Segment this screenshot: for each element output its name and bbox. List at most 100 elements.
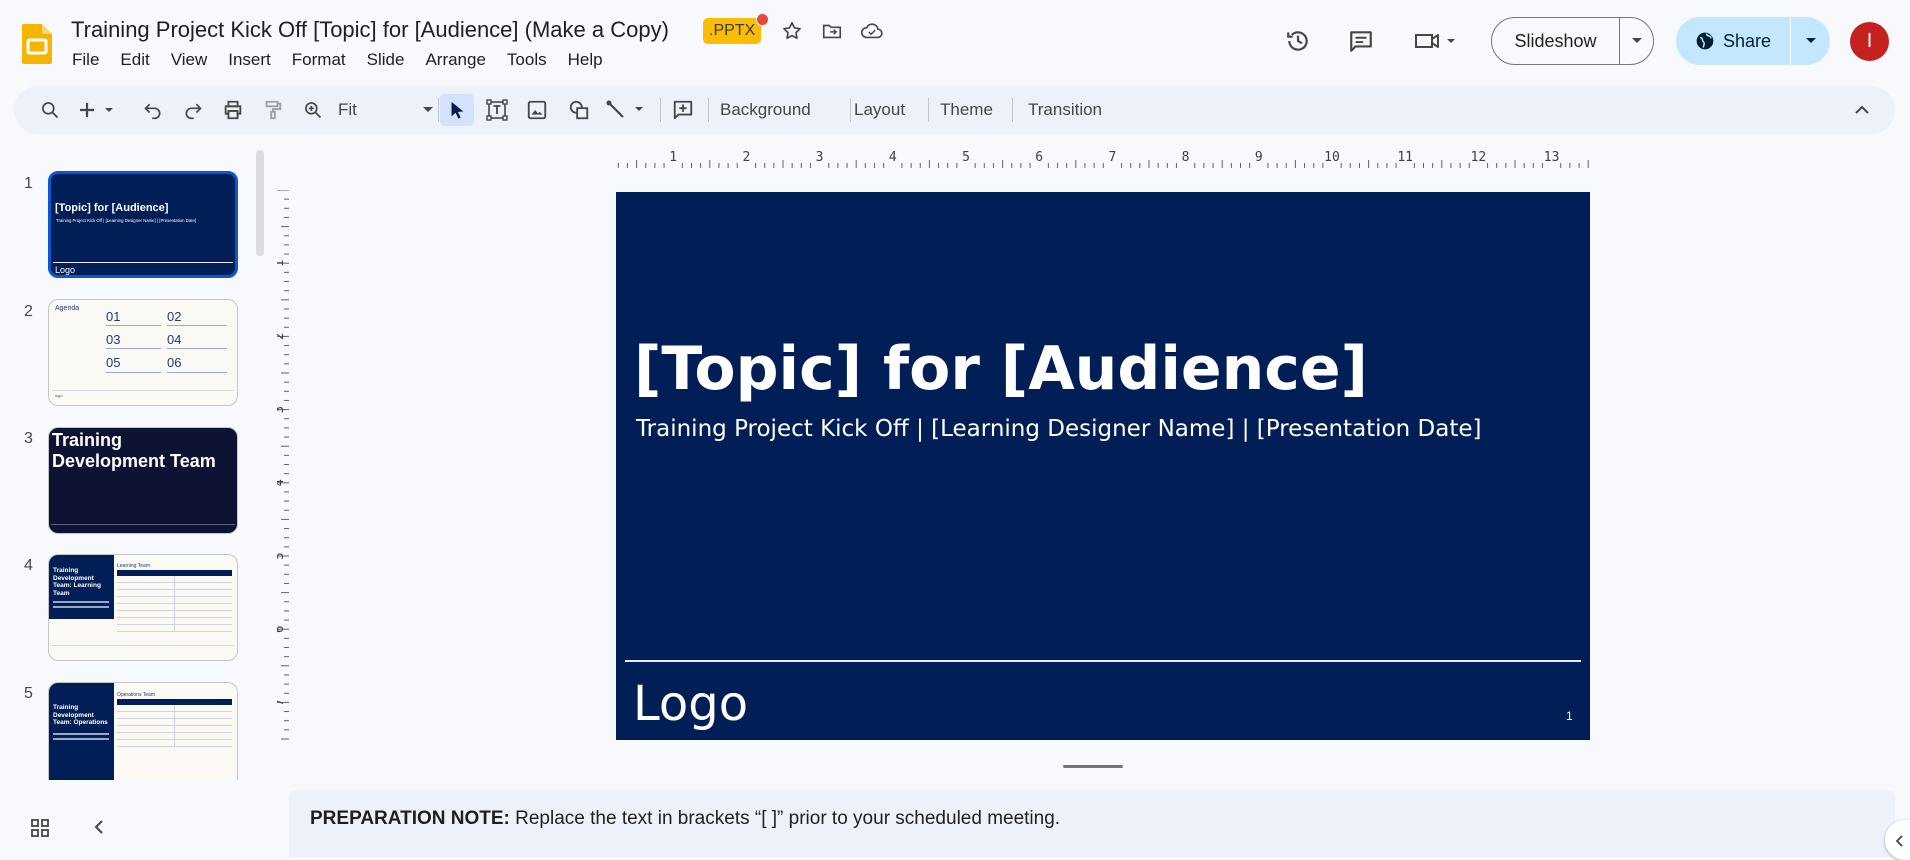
background-label: Background xyxy=(720,100,811,119)
slide-page-number[interactable]: 1 xyxy=(1566,709,1573,723)
transition-button[interactable]: Transition xyxy=(1028,94,1102,126)
text-box-icon[interactable] xyxy=(482,94,512,126)
thumbnail-rule xyxy=(53,262,233,263)
ruler-label: 4 xyxy=(277,479,286,486)
slide-thumbnail[interactable]: [Topic] for [Audience] Training Project … xyxy=(48,171,238,278)
chevron-down-icon xyxy=(423,107,433,112)
slide-title[interactable]: [Topic] for [Audience] xyxy=(634,334,1368,404)
paint-format-icon[interactable] xyxy=(258,94,288,126)
document-title[interactable]: Training Project Kick Off [Topic] for [A… xyxy=(71,17,669,43)
menu-view[interactable]: View xyxy=(171,50,216,70)
toolbar-divider xyxy=(438,98,439,122)
redo-icon[interactable] xyxy=(178,94,208,126)
slide-number: 1 xyxy=(24,175,33,192)
menu-insert[interactable]: Insert xyxy=(228,50,279,70)
thumbnail-title: Training Development Team: Learning Team xyxy=(53,567,101,597)
ruler-label: 9 xyxy=(1255,150,1263,165)
ruler-label: 2 xyxy=(277,333,286,340)
undo-icon[interactable] xyxy=(138,94,168,126)
slideshow-label[interactable]: Slideshow xyxy=(1492,31,1619,52)
menu-slide[interactable]: Slide xyxy=(367,50,413,70)
menu-help[interactable]: Help xyxy=(568,50,611,70)
filmstrip-scrollbar[interactable] xyxy=(256,150,264,256)
zoom-icon[interactable] xyxy=(298,94,328,126)
ruler-label: 3 xyxy=(277,406,286,413)
vertical-ruler: 1 2 3 4 5 6 7 xyxy=(277,190,289,740)
ruler-label: 6 xyxy=(1035,150,1043,165)
slides-logo-icon[interactable] xyxy=(22,24,52,64)
chevron-up-icon[interactable] xyxy=(1850,94,1874,126)
ruler-label: 12 xyxy=(1471,150,1487,165)
agenda-rule xyxy=(167,325,227,326)
grid-view-icon[interactable] xyxy=(30,818,52,840)
slide-thumbnail[interactable]: Training Development Team: Learning Team… xyxy=(48,554,238,661)
menu-format[interactable]: Format xyxy=(292,50,354,70)
share-button[interactable]: Share xyxy=(1676,17,1830,65)
thumbnail-title: [Topic] for [Audience] xyxy=(55,202,169,214)
chevron-down-icon[interactable] xyxy=(1791,37,1830,45)
thumbnail-rule xyxy=(51,524,235,525)
move-folder-icon[interactable] xyxy=(818,17,846,45)
background-button[interactable]: Background xyxy=(720,94,811,126)
horizontal-ruler: 1 2 3 4 5 6 7 8 9 10 11 12 13 xyxy=(617,150,1589,168)
avatar[interactable]: I xyxy=(1850,22,1889,61)
search-menus-icon[interactable] xyxy=(34,94,66,126)
agenda-rule xyxy=(106,325,161,326)
thumbnail-side-panel xyxy=(49,683,114,780)
thumbnail-logo: logo xyxy=(55,393,63,398)
slide-number: 2 xyxy=(24,303,33,320)
menu-file[interactable]: File xyxy=(72,50,107,70)
thumbnail-heading: Agenda xyxy=(55,305,80,312)
file-type-badge[interactable]: .PPTX xyxy=(703,18,762,44)
agenda-item: 02 xyxy=(167,309,182,324)
shape-icon[interactable] xyxy=(564,94,594,126)
thumbnail-title: Training Development Team xyxy=(52,430,216,471)
new-slide-icon[interactable] xyxy=(76,94,124,126)
ruler-label: 6 xyxy=(277,626,286,633)
thumbnail-table-divider xyxy=(174,576,175,632)
menu-arrange[interactable]: Arrange xyxy=(425,50,493,70)
menu-edit[interactable]: Edit xyxy=(120,50,157,70)
meet-camera-icon[interactable] xyxy=(1411,27,1461,55)
add-comment-icon[interactable] xyxy=(668,94,698,126)
slide-canvas[interactable]: [Topic] for [Audience] Training Project … xyxy=(616,192,1590,740)
slide-divider-line[interactable] xyxy=(625,660,1581,662)
version-history-icon[interactable] xyxy=(1284,27,1312,55)
toolbar-divider xyxy=(850,98,851,122)
chevron-left-icon[interactable] xyxy=(92,818,114,840)
agenda-item: 06 xyxy=(167,355,182,370)
slide-thumbnail[interactable]: Training Development Team xyxy=(48,427,238,534)
notes-label: PREPARATION NOTE: xyxy=(310,808,510,829)
zoom-value: Fit xyxy=(338,100,357,119)
thumbnail-body-line xyxy=(53,733,109,735)
comments-icon[interactable] xyxy=(1347,27,1375,55)
select-tool-icon[interactable] xyxy=(440,94,474,126)
insert-image-icon[interactable] xyxy=(522,94,552,126)
chevron-down-icon[interactable] xyxy=(1620,37,1653,45)
ruler-label: 7 xyxy=(277,699,286,706)
theme-button[interactable]: Theme xyxy=(940,94,993,126)
cloud-saved-icon[interactable] xyxy=(858,17,886,45)
speaker-notes[interactable]: PREPARATION NOTE: Replace the text in br… xyxy=(289,790,1895,857)
slide-thumbnail[interactable]: Training Development Team: Operations Op… xyxy=(48,682,238,780)
globe-icon xyxy=(1696,32,1714,50)
agenda-item: 01 xyxy=(106,309,121,324)
speaker-notes-text[interactable]: PREPARATION NOTE: Replace the text in br… xyxy=(310,808,1060,830)
agenda-item: 03 xyxy=(106,332,121,347)
ruler-label: 10 xyxy=(1324,150,1340,165)
slide-logo-placeholder[interactable]: Logo xyxy=(633,676,748,732)
thumbnail-table-title: Operations Team xyxy=(117,692,155,698)
slideshow-button[interactable]: Slideshow xyxy=(1491,17,1654,65)
zoom-select[interactable]: Fit xyxy=(334,94,434,126)
print-icon[interactable] xyxy=(218,94,248,126)
layout-button[interactable]: Layout xyxy=(854,94,905,126)
notes-resize-handle[interactable] xyxy=(1063,765,1123,768)
menu-tools[interactable]: Tools xyxy=(507,50,555,70)
slide-thumbnail[interactable]: Agenda 01 02 03 04 05 06 logo xyxy=(48,299,238,406)
star-icon[interactable] xyxy=(778,17,806,45)
line-icon[interactable] xyxy=(604,94,652,126)
toolbar-divider xyxy=(928,98,929,122)
slide-subtitle[interactable]: Training Project Kick Off | [Learning De… xyxy=(636,416,1481,442)
share-main[interactable]: Share xyxy=(1676,31,1790,52)
agenda-item: 04 xyxy=(167,332,182,347)
